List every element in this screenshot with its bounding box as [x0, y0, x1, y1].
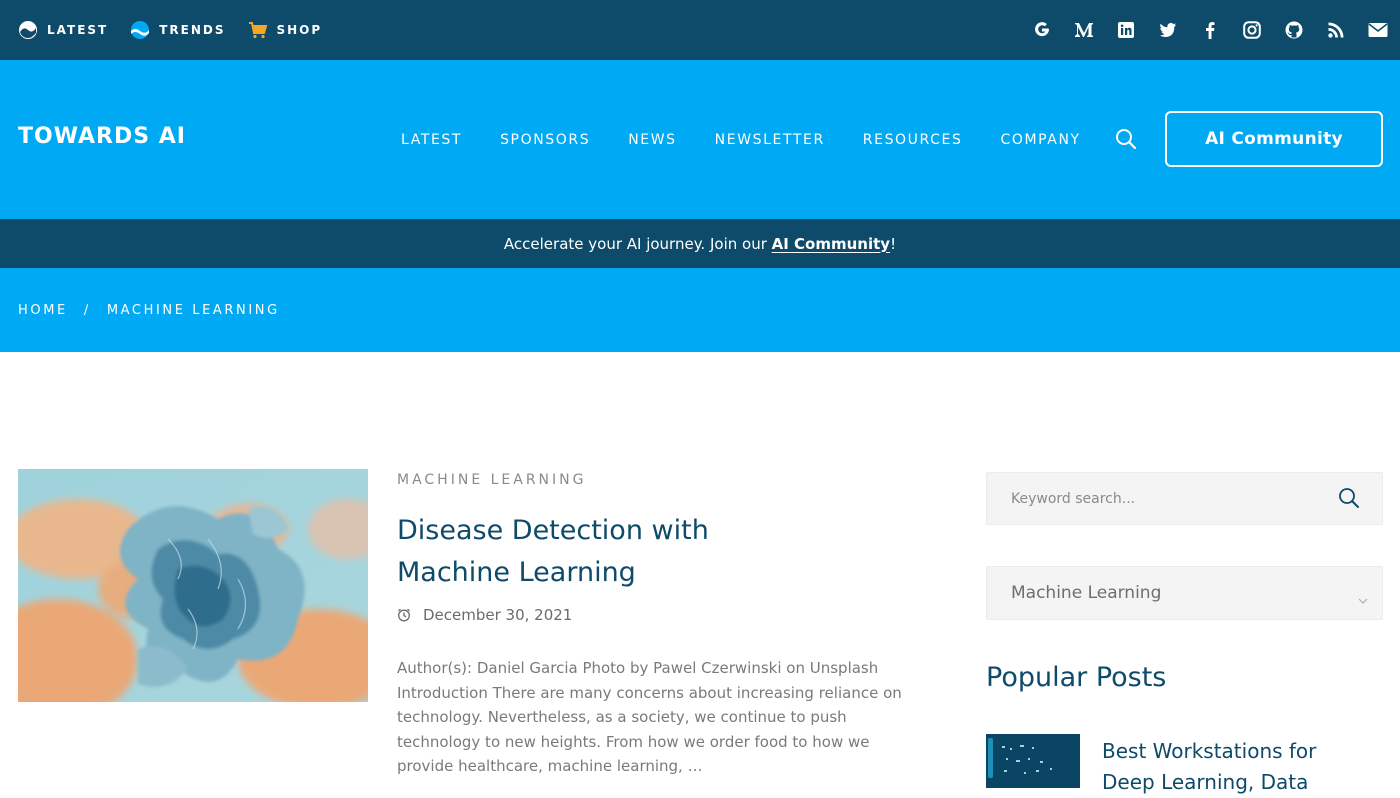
category-select-value: Machine Learning: [1011, 583, 1162, 603]
nav-latest[interactable]: LATEST: [401, 132, 462, 148]
nav-sponsors[interactable]: SPONSORS: [500, 132, 590, 148]
popular-post-title[interactable]: Best Workstations for Deep Learning, Dat…: [1102, 736, 1362, 798]
announcement-link[interactable]: AI Community: [772, 235, 890, 253]
site-logo[interactable]: TOWARDS AI: [18, 124, 186, 149]
announcement-suffix: !: [890, 234, 897, 253]
rss-icon[interactable]: [1326, 20, 1346, 40]
breadcrumb-current[interactable]: MACHINE LEARNING: [107, 303, 280, 318]
category-select[interactable]: Machine Learning: [986, 566, 1383, 620]
topnav-latest-label: LATEST: [47, 23, 109, 37]
linkedin-icon[interactable]: [1116, 20, 1136, 40]
breadcrumb-home[interactable]: HOME: [18, 303, 68, 318]
medium-icon[interactable]: [1074, 20, 1094, 40]
facebook-icon[interactable]: [1200, 20, 1220, 40]
keyword-search-input[interactable]: [987, 473, 1327, 524]
top-nav: LATEST TRENDS SHOP: [18, 0, 322, 60]
article-category[interactable]: MACHINE LEARNING: [397, 472, 586, 488]
article-thumbnail[interactable]: [18, 469, 368, 702]
main-header: TOWARDS AI LATEST SPONSORS NEWS NEWSLETT…: [0, 60, 1400, 219]
article-date-text: December 30, 2021: [423, 606, 573, 624]
article-title[interactable]: Disease Detection with Machine Learning: [397, 510, 777, 594]
sidebar-search: [986, 472, 1383, 525]
breadcrumb-separator: /: [83, 302, 91, 318]
topnav-latest[interactable]: LATEST: [18, 20, 108, 40]
topnav-trends-label: TRENDS: [159, 23, 226, 37]
globe-icon: [19, 21, 37, 39]
breadcrumb-bar: HOME / MACHINE LEARNING: [0, 268, 1400, 352]
announcement-text: Accelerate your AI journey. Join our: [503, 234, 772, 253]
nav-news[interactable]: NEWS: [628, 132, 676, 148]
ai-community-button[interactable]: AI Community: [1165, 111, 1383, 167]
breadcrumb: HOME / MACHINE LEARNING: [18, 268, 280, 352]
topnav-shop-label: SHOP: [276, 23, 323, 37]
email-icon[interactable]: [1368, 20, 1388, 40]
topnav-trends[interactable]: TRENDS: [130, 20, 225, 40]
nav-resources[interactable]: RESOURCES: [863, 132, 963, 148]
announcement-bar: Accelerate your AI journey. Join our AI …: [0, 219, 1400, 268]
article-date: December 30, 2021: [397, 606, 572, 624]
nav-newsletter[interactable]: NEWSLETTER: [715, 132, 825, 148]
popular-posts-heading: Popular Posts: [986, 662, 1167, 693]
popular-post-thumbnail[interactable]: [986, 734, 1080, 788]
main-nav: LATEST SPONSORS NEWS NEWSLETTER RESOURCE…: [401, 60, 1119, 219]
article-excerpt: Author(s): Daniel Garcia Photo by Pawel …: [397, 659, 902, 776]
social-links: [1032, 0, 1388, 60]
topnav-shop[interactable]: SHOP: [248, 20, 323, 40]
cart-icon: [248, 22, 267, 39]
google-icon[interactable]: [1032, 20, 1052, 40]
instagram-icon[interactable]: [1242, 20, 1262, 40]
chevron-down-icon: [1358, 589, 1368, 609]
top-bar: LATEST TRENDS SHOP: [0, 0, 1400, 60]
nav-company[interactable]: COMPANY: [1000, 132, 1080, 148]
twitter-icon[interactable]: [1158, 20, 1178, 40]
github-icon[interactable]: [1284, 20, 1304, 40]
wave-icon: [131, 21, 150, 39]
header-search-icon[interactable]: [1114, 127, 1138, 151]
clock-icon: [398, 608, 410, 622]
search-icon[interactable]: [1338, 487, 1360, 513]
